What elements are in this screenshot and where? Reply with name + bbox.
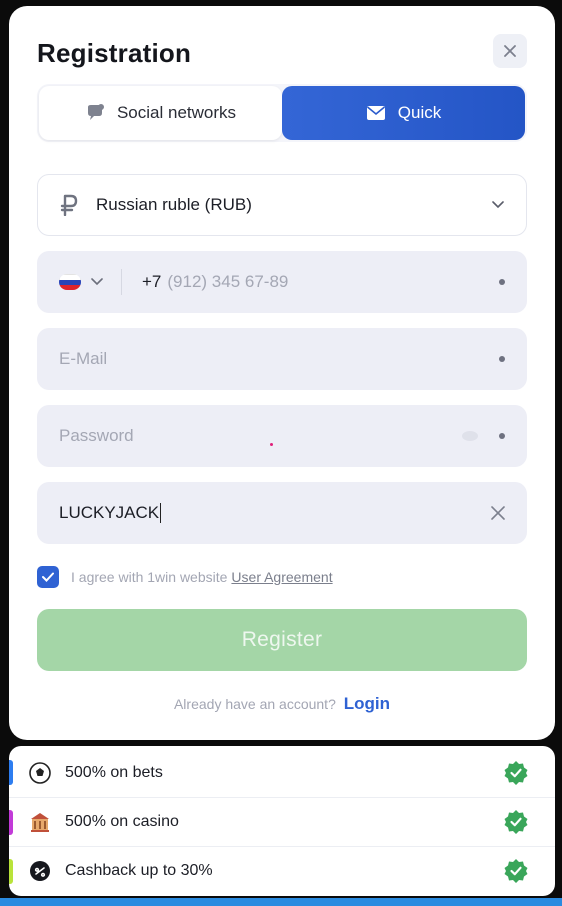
cashback-icon: [29, 860, 51, 882]
tab-social-networks[interactable]: Social networks: [39, 86, 282, 140]
modal-title: Registration: [37, 38, 192, 68]
promo-code-input[interactable]: LUCKYJACK: [59, 503, 491, 524]
bonus-stripe: [9, 859, 13, 884]
login-row: Already have an account? Login: [9, 694, 555, 714]
phone-field[interactable]: +7 (912) 345 67-89: [37, 251, 527, 313]
checkmark-icon: [42, 572, 54, 582]
currency-select[interactable]: Russian ruble (RUB): [37, 174, 527, 236]
registration-type-tabs: Social networks Quick: [37, 84, 527, 142]
login-prompt: Already have an account?: [173, 696, 336, 712]
email-input[interactable]: E-Mail: [59, 349, 499, 369]
envelope-icon: [366, 106, 385, 120]
bonus-stripe: [9, 760, 13, 785]
agreement-text: I agree with 1win website: [71, 569, 228, 585]
promo-code-value: LUCKYJACK: [59, 502, 160, 522]
soccer-ball-icon: [29, 761, 51, 784]
registration-modal: Registration Social networks Quick Russi…: [9, 6, 555, 740]
text-caret: [160, 503, 162, 524]
casino-icon: [29, 811, 51, 833]
screen: Registration Social networks Quick Russi…: [0, 0, 562, 906]
tab-quick-label: Quick: [397, 103, 442, 122]
currency-value: Russian ruble (RUB): [96, 195, 252, 214]
chat-bubble-icon: [87, 104, 104, 120]
bottom-bar: [0, 898, 562, 906]
tab-social-label: Social networks: [116, 103, 237, 122]
verified-check-icon: [504, 760, 528, 785]
verified-check-icon: [504, 859, 528, 883]
bonus-stripe: [9, 810, 13, 835]
eye-icon[interactable]: [461, 430, 479, 442]
phone-input[interactable]: (912) 345 67-89: [167, 272, 499, 292]
password-input[interactable]: Password: [59, 426, 461, 446]
required-indicator: [499, 433, 505, 439]
close-button[interactable]: [493, 34, 527, 68]
promo-code-field[interactable]: LUCKYJACK: [37, 482, 527, 544]
agreement-row: I agree with 1win website User Agreement: [37, 566, 333, 588]
tab-quick[interactable]: Quick: [282, 86, 525, 140]
chevron-down-icon: [492, 201, 504, 209]
bonus-item: Cashback up to 30%: [9, 846, 555, 895]
verified-check-icon: [504, 810, 528, 834]
mouse-cursor: [270, 443, 273, 446]
user-agreement-link[interactable]: User Agreement: [231, 569, 332, 585]
bonus-list: 500% on bets 500% on casino Cashback up …: [9, 746, 555, 896]
bonus-label: 500% on bets: [65, 763, 163, 781]
clear-icon[interactable]: [491, 506, 505, 520]
required-indicator: [499, 356, 505, 362]
phone-code: +7: [142, 272, 162, 291]
register-button[interactable]: Register: [37, 609, 527, 671]
agreement-checkbox[interactable]: [37, 566, 59, 588]
login-link[interactable]: Login: [344, 694, 390, 713]
password-field[interactable]: Password: [37, 405, 527, 467]
bonus-label: Cashback up to 30%: [65, 862, 213, 879]
russia-flag-icon[interactable]: [59, 274, 81, 290]
required-indicator: [499, 279, 505, 285]
ruble-icon: [60, 194, 78, 216]
divider: [121, 269, 122, 295]
email-field[interactable]: E-Mail: [37, 328, 527, 390]
bonus-item: 500% on casino: [9, 797, 555, 846]
bonus-item: 500% on bets: [9, 748, 555, 797]
bonus-label: 500% on casino: [65, 813, 179, 830]
close-icon: [504, 45, 516, 57]
chevron-down-icon[interactable]: [91, 278, 103, 286]
